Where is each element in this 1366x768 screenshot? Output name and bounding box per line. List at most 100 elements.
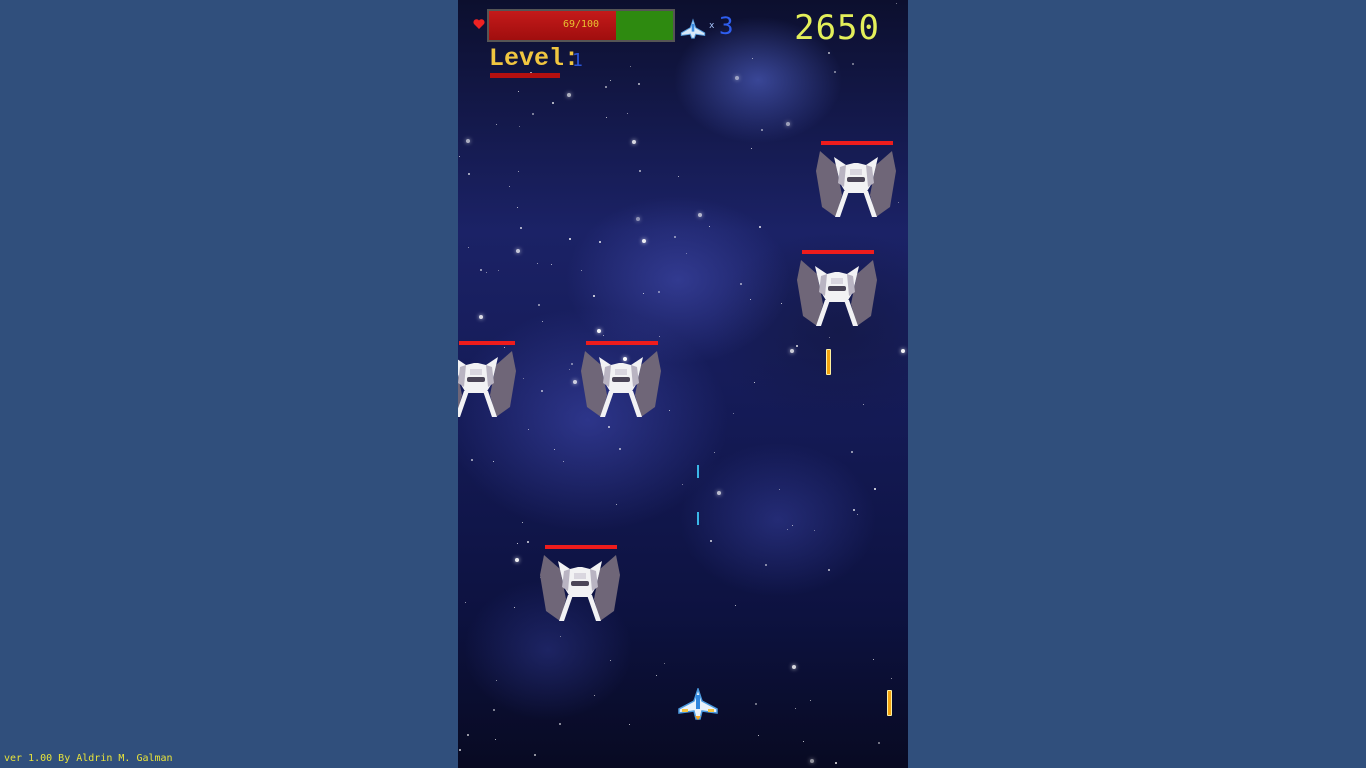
- star: [878, 742, 880, 744]
- star: [627, 113, 629, 115]
- star: [516, 249, 520, 253]
- star: [632, 140, 636, 144]
- star: [639, 170, 641, 172]
- star: [659, 336, 661, 338]
- star: [735, 605, 737, 607]
- enemy-bullet: [826, 349, 831, 375]
- star: [658, 291, 660, 293]
- star: [509, 186, 511, 188]
- star: [560, 636, 562, 638]
- enemy-ship-icon: [581, 351, 661, 417]
- star: [594, 695, 596, 697]
- star: [514, 607, 516, 609]
- star: [567, 93, 571, 97]
- star: [714, 452, 716, 454]
- star: [554, 449, 556, 451]
- star: [522, 522, 524, 524]
- star: [569, 238, 571, 240]
- star: [608, 426, 610, 428]
- star: [636, 217, 640, 221]
- enemy-health-bar: [821, 141, 893, 145]
- star: [486, 272, 488, 274]
- star: [686, 253, 688, 255]
- star: [643, 293, 645, 295]
- star: [619, 448, 621, 450]
- star: [835, 762, 837, 764]
- star: [538, 304, 540, 306]
- star: [834, 71, 836, 73]
- game-viewport[interactable]: 69/100 x 3 2650 Level: 1: [458, 0, 908, 768]
- star: [459, 156, 461, 158]
- star: [537, 263, 539, 265]
- enemy-ship: [458, 341, 534, 421]
- star: [678, 176, 680, 178]
- star: [751, 148, 753, 150]
- star: [829, 337, 831, 339]
- star: [518, 171, 520, 173]
- star: [520, 227, 522, 229]
- star: [761, 129, 763, 131]
- heart-icon: [473, 19, 485, 29]
- enemy-ship: [797, 250, 877, 330]
- star: [752, 58, 754, 60]
- enemy-health-bar: [802, 250, 874, 254]
- star: [606, 117, 608, 119]
- star: [541, 390, 543, 392]
- star: [630, 66, 632, 68]
- star: [852, 63, 854, 65]
- star: [573, 380, 577, 384]
- star: [754, 382, 756, 384]
- enemy-ship: [581, 341, 661, 421]
- star: [863, 404, 865, 406]
- score-display: 2650: [794, 8, 880, 48]
- star: [674, 236, 676, 238]
- star: [605, 86, 607, 88]
- star: [750, 299, 752, 301]
- star: [669, 410, 671, 412]
- star: [781, 303, 783, 305]
- level-underline: [490, 73, 560, 78]
- star: [740, 283, 742, 285]
- star: [874, 488, 876, 490]
- star: [709, 226, 711, 228]
- star: [682, 484, 684, 486]
- star: [479, 315, 483, 319]
- health-bar: 69/100: [487, 9, 675, 42]
- star: [496, 124, 498, 126]
- enemy-health-bar: [545, 545, 617, 549]
- enemy-health-bar: [586, 341, 658, 345]
- star: [787, 529, 789, 531]
- star: [759, 226, 761, 228]
- enemy-ship: [816, 141, 896, 221]
- player-ship-icon: [680, 18, 706, 39]
- star: [790, 349, 794, 353]
- player-ship[interactable]: [678, 688, 718, 720]
- star: [656, 675, 658, 677]
- star: [466, 139, 470, 143]
- enemy-health-bar: [459, 341, 515, 345]
- star: [698, 213, 702, 217]
- player-laser: [697, 512, 699, 525]
- star: [517, 207, 519, 209]
- star: [542, 321, 544, 323]
- enemy-ship-icon: [797, 260, 877, 326]
- star: [810, 700, 812, 702]
- enemy-ship-icon: [540, 555, 620, 621]
- star: [467, 734, 469, 736]
- lives-count: 3: [719, 12, 734, 40]
- star: [796, 345, 798, 347]
- version-credit: ver 1.00 By Aldrin M. Galman: [4, 753, 173, 764]
- star: [496, 680, 498, 682]
- star: [517, 543, 519, 545]
- level-value: 1: [572, 50, 583, 71]
- star: [792, 665, 796, 669]
- star: [828, 569, 830, 571]
- star: [534, 754, 536, 756]
- star: [480, 269, 482, 271]
- star: [498, 270, 500, 272]
- star: [468, 247, 470, 249]
- star: [610, 80, 612, 82]
- star: [495, 739, 497, 741]
- star: [527, 541, 529, 543]
- star: [735, 76, 739, 80]
